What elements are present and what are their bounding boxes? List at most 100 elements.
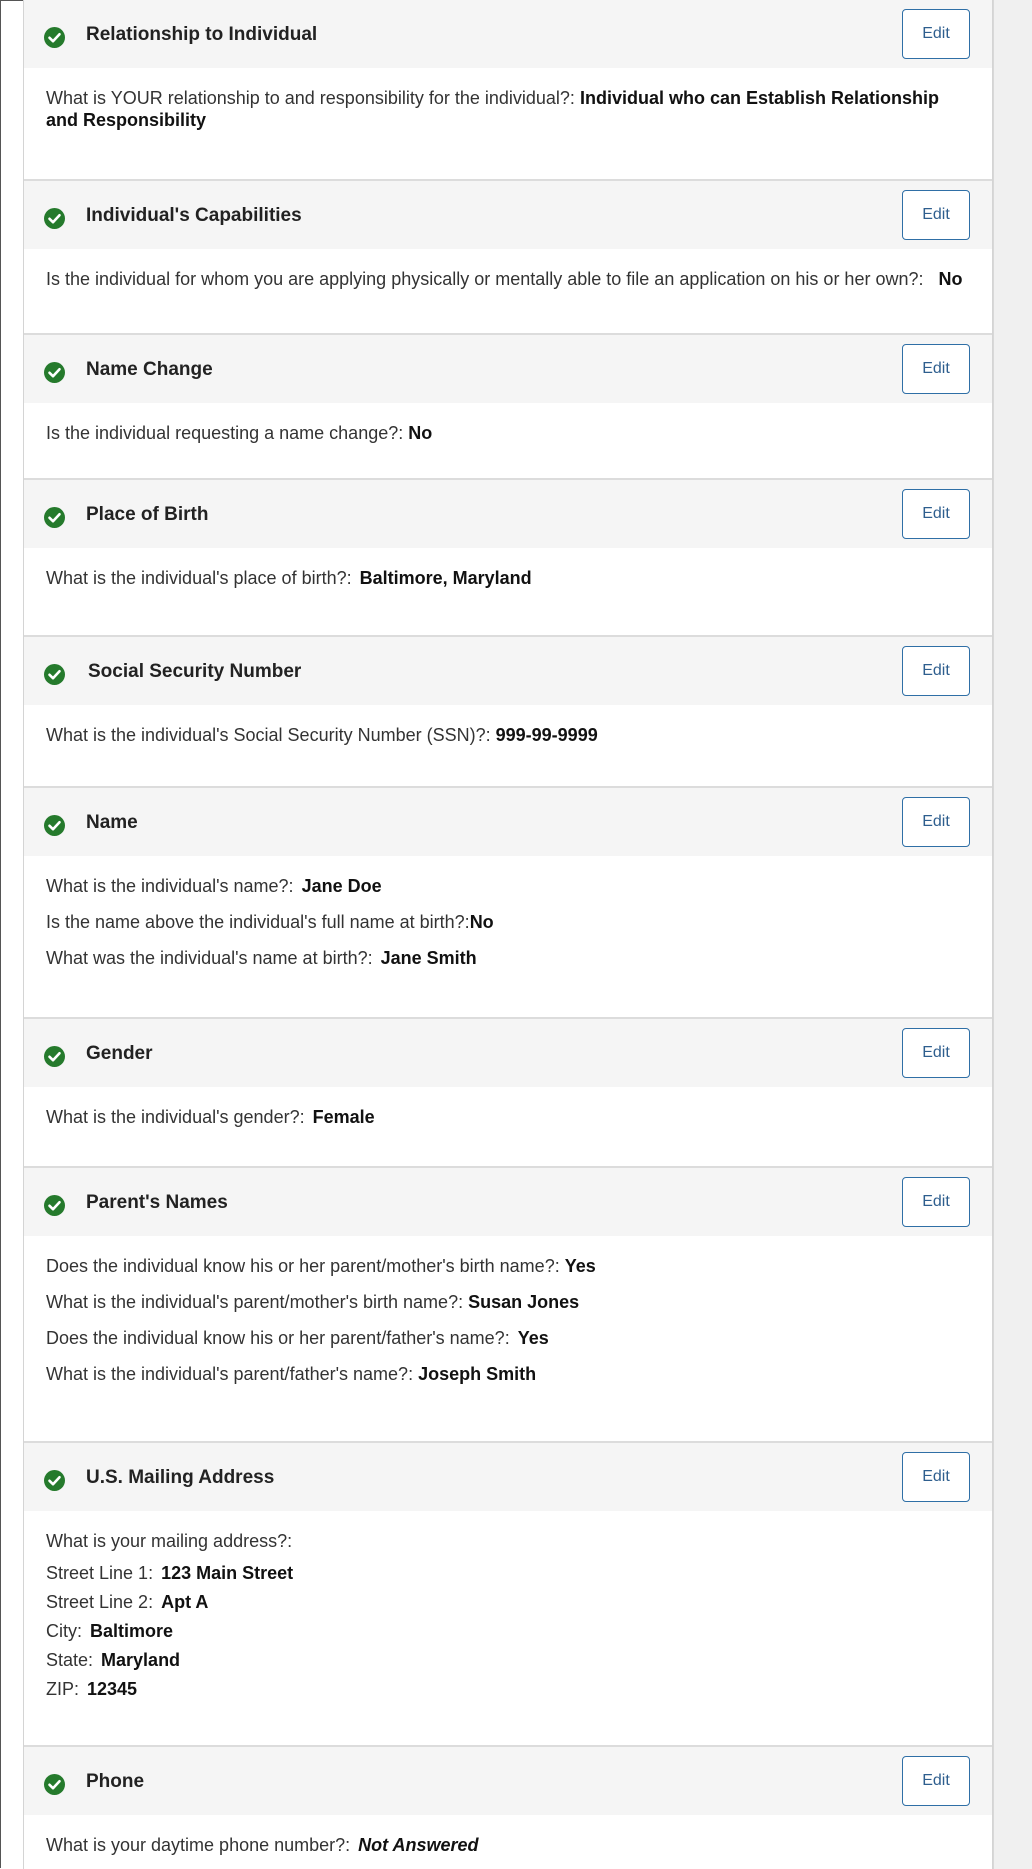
edit-button[interactable]: Edit	[902, 1028, 970, 1078]
answer-value: Baltimore, Maryland	[359, 568, 532, 588]
check-circle-icon	[44, 507, 65, 528]
question-text: What is the individual's name?:	[46, 876, 294, 896]
answer-value: Yes	[564, 1256, 596, 1276]
address-value: Baltimore	[90, 1621, 174, 1641]
answer-value: Yes	[517, 1328, 549, 1348]
answer-value: No	[469, 912, 494, 932]
section-phone: Phone Edit What is your daytime phone nu…	[24, 1747, 992, 1869]
question-text: What is the individual's gender?:	[46, 1107, 305, 1127]
right-gutter	[993, 0, 1032, 1869]
section-relationship: Relationship to Individual Edit What is …	[24, 0, 992, 181]
qa-row: Does the individual know his or her pare…	[46, 1248, 972, 1284]
section-mailing-address: U.S. Mailing Address Edit What is your m…	[24, 1443, 992, 1747]
section-title: U.S. Mailing Address	[86, 1467, 275, 1488]
answer-value: 999-99-9999	[495, 725, 598, 745]
answer-value: Not Answered	[358, 1835, 479, 1855]
address-value: 12345	[87, 1679, 138, 1699]
question-text: What is your mailing address?:	[46, 1531, 293, 1551]
section-header: U.S. Mailing Address Edit	[24, 1443, 992, 1511]
edit-button[interactable]: Edit	[902, 797, 970, 847]
address-label: State:	[46, 1650, 94, 1670]
section-ssn: Social Security Number Edit What is the …	[24, 637, 992, 788]
section-name-change: Name Change Edit Is the individual reque…	[24, 335, 992, 480]
section-header: Place of Birth Edit	[24, 480, 992, 548]
section-header: Name Edit	[24, 788, 992, 856]
section-header: Phone Edit	[24, 1747, 992, 1815]
section-header: Individual's Capabilities Edit	[24, 181, 992, 249]
qa-row: What is the individual's parent/father's…	[46, 1356, 972, 1392]
question-text: What was the individual's name at birth?…	[46, 948, 373, 968]
question-text: What is the individual's parent/father's…	[46, 1364, 414, 1384]
answer-value: Susan Jones	[468, 1292, 580, 1312]
address-line: Street Line 2: Apt A	[46, 1588, 972, 1617]
qa-row: What is the individual's place of birth?…	[46, 560, 972, 596]
section-title: Relationship to Individual	[86, 24, 318, 45]
answer-value: Jane Smith	[380, 948, 477, 968]
section-header: Social Security Number Edit	[24, 637, 992, 705]
qa-row: Is the individual requesting a name chan…	[46, 415, 972, 451]
question-text: What is your daytime phone number?:	[46, 1835, 351, 1855]
section-gender: Gender Edit What is the individual's gen…	[24, 1019, 992, 1168]
address-line: City: Baltimore	[46, 1617, 972, 1646]
qa-row: What is the individual's gender?: Female	[46, 1099, 972, 1135]
question-text: Is the name above the individual's full …	[46, 912, 470, 932]
section-header: Gender Edit	[24, 1019, 992, 1087]
section-title: Social Security Number	[88, 661, 302, 682]
address-label: Street Line 1:	[46, 1563, 154, 1583]
qa-row: Is the name above the individual's full …	[46, 904, 972, 940]
check-circle-icon	[44, 1195, 65, 1216]
address-label: City:	[46, 1621, 82, 1641]
section-header: Name Change Edit	[24, 335, 992, 403]
question-text: Does the individual know his or her pare…	[46, 1328, 510, 1348]
check-circle-icon	[44, 815, 65, 836]
address-value: 123 Main Street	[161, 1563, 294, 1583]
review-panel: Relationship to Individual Edit What is …	[23, 0, 993, 1869]
answer-value: Jane Doe	[301, 876, 382, 896]
check-circle-icon	[44, 664, 65, 685]
section-title: Parent's Names	[86, 1192, 228, 1213]
qa-row: What is your mailing address?:	[46, 1523, 972, 1559]
edit-button[interactable]: Edit	[902, 344, 970, 394]
qa-row: What is YOUR relationship to and respons…	[46, 87, 972, 131]
question-text: Is the individual for whom you are apply…	[46, 269, 924, 289]
edit-button[interactable]: Edit	[902, 190, 970, 240]
address-line: State: Maryland	[46, 1646, 972, 1675]
section-header: Relationship to Individual Edit	[24, 0, 992, 68]
edit-button[interactable]: Edit	[902, 9, 970, 59]
qa-row: Does the individual know his or her pare…	[46, 1320, 972, 1356]
answer-value: No	[938, 269, 963, 289]
section-name: Name Edit What is the individual's name?…	[24, 788, 992, 1019]
question-text: What is the individual's parent/mother's…	[46, 1292, 464, 1312]
check-circle-icon	[44, 1774, 65, 1795]
answer-value: Female	[312, 1107, 375, 1127]
qa-row: What was the individual's name at birth?…	[46, 940, 972, 976]
question-text: What is YOUR relationship to and respons…	[46, 88, 575, 108]
check-circle-icon	[44, 362, 65, 383]
question-text: What is the individual's Social Security…	[46, 725, 491, 745]
edit-button[interactable]: Edit	[902, 1756, 970, 1806]
address-line: Street Line 1: 123 Main Street	[46, 1559, 972, 1588]
section-capabilities: Individual's Capabilities Edit Is the in…	[24, 181, 992, 335]
edit-button[interactable]: Edit	[902, 489, 970, 539]
address-value: Apt A	[161, 1592, 209, 1612]
address-value: Maryland	[101, 1650, 181, 1670]
edit-button[interactable]: Edit	[902, 1452, 970, 1502]
section-title: Gender	[86, 1043, 153, 1064]
section-place-of-birth: Place of Birth Edit What is the individu…	[24, 480, 992, 637]
check-circle-icon	[44, 1470, 65, 1491]
section-title: Place of Birth	[86, 504, 209, 525]
address-line: ZIP: 12345	[46, 1675, 972, 1704]
qa-row: What is the individual's Social Security…	[46, 717, 972, 753]
edit-button[interactable]: Edit	[902, 646, 970, 696]
edit-button[interactable]: Edit	[902, 1177, 970, 1227]
question-text: What is the individual's place of birth?…	[46, 568, 352, 588]
section-title: Individual's Capabilities	[86, 205, 302, 226]
address-label: ZIP:	[46, 1679, 80, 1699]
section-title: Name	[86, 812, 138, 833]
section-title: Name Change	[86, 359, 213, 380]
qa-row: What is the individual's name?: Jane Doe	[46, 868, 972, 904]
section-title: Phone	[86, 1771, 145, 1792]
question-text: Is the individual requesting a name chan…	[46, 423, 404, 443]
qa-row: Is the individual for whom you are apply…	[46, 268, 972, 290]
section-header: Parent's Names Edit	[24, 1168, 992, 1236]
